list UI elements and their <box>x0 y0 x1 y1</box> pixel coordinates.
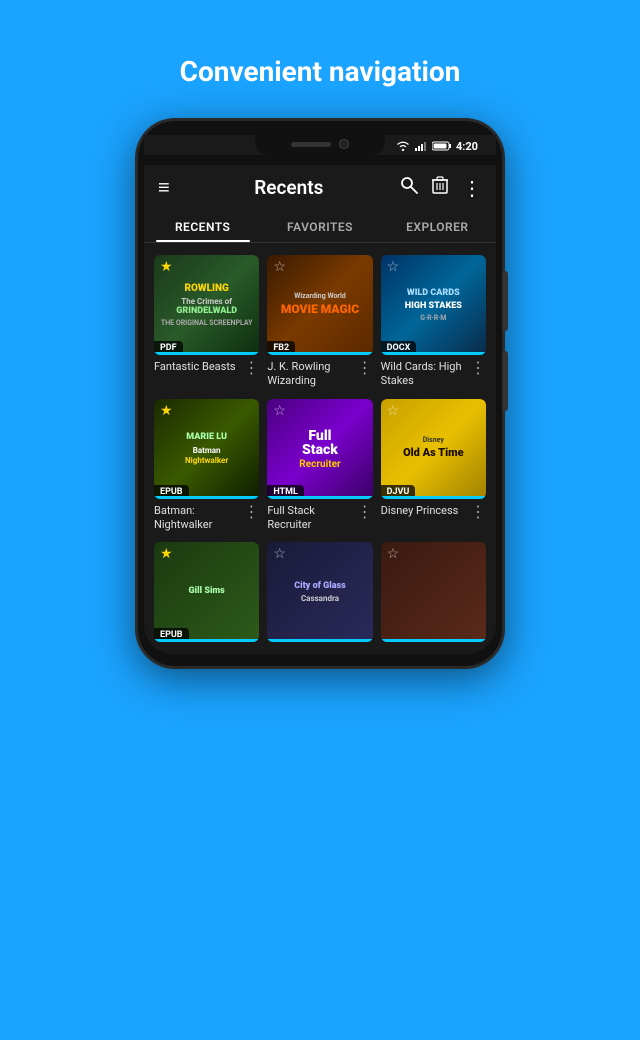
app-header: ≡ Recents <box>144 165 496 210</box>
book-item-cityofglass[interactable]: City of Glass Cassandra ☆ <box>267 542 372 642</box>
tab-recents[interactable]: RECENTS <box>144 210 261 242</box>
book-more-disney[interactable]: ⋮ <box>466 502 486 521</box>
book-more-fantastic[interactable]: ⋮ <box>239 358 259 377</box>
search-icon <box>400 176 418 194</box>
phone-frame: 4:20 ≡ Recents <box>135 118 505 669</box>
book-title-batman: Batman: Nightwalker <box>154 504 239 533</box>
book-title-fullstack: Full Stack Recruiter <box>267 504 352 533</box>
tab-explorer[interactable]: EXPLORER <box>379 210 496 242</box>
book-item-book9[interactable]: ☆ <box>381 542 486 642</box>
star-icon-fantastic: ★ <box>160 259 173 275</box>
book-item-wizarding[interactable]: Wizarding World MOVIE MAGIC ☆ FB2 J. K. … <box>267 255 372 391</box>
wifi-icon <box>396 141 410 151</box>
menu-button[interactable]: ≡ <box>158 175 170 200</box>
phone-screen: ≡ Recents <box>144 165 496 654</box>
notch-bar: 4:20 <box>144 133 496 165</box>
tabs-bar: RECENTS FAVORITES EXPLORER <box>144 210 496 243</box>
book-title-wildcards: Wild Cards: High Stakes <box>381 360 466 389</box>
app-background: Convenient navigation <box>0 0 640 1040</box>
star-icon-book9: ☆ <box>387 546 400 562</box>
star-icon-wildcards: ☆ <box>387 259 400 275</box>
book-item-fantastic-beasts[interactable]: ROWLING The Crimes of GRINDELWALD THE OR… <box>154 255 259 391</box>
book-item-wildcards[interactable]: WILD CARDS HIGH STAKES G·R·R·M ☆ DOCX Wi… <box>381 255 486 391</box>
book-more-fullstack[interactable]: ⋮ <box>353 502 373 521</box>
book-more-wildcards[interactable]: ⋮ <box>466 358 486 377</box>
star-icon-batman: ★ <box>160 403 173 419</box>
book-title-fantastic: Fantastic Beasts <box>154 360 239 374</box>
signal-icon <box>414 141 428 151</box>
speaker <box>291 142 331 147</box>
book-item-fullstack[interactable]: FullStack Recruiter ☆ HTML Full Stack Re… <box>267 399 372 535</box>
book-more-batman[interactable]: ⋮ <box>239 502 259 521</box>
more-options-button[interactable]: ⋮ <box>462 176 482 200</box>
book-item-gill[interactable]: Gill Sims ★ EPUB <box>154 542 259 642</box>
tab-favorites[interactable]: FAVORITES <box>261 210 378 242</box>
star-icon-cityofglass: ☆ <box>273 546 286 562</box>
book-more-wizarding[interactable]: ⋮ <box>353 358 373 377</box>
search-button[interactable] <box>400 176 418 199</box>
star-icon-wizarding: ☆ <box>273 259 286 275</box>
book-item-disney[interactable]: Disney Old As Time ☆ DJVU Disney Princes… <box>381 399 486 535</box>
delete-button[interactable] <box>432 176 448 199</box>
status-icons: 4:20 <box>396 140 478 153</box>
camera <box>339 139 349 149</box>
star-icon-fullstack: ☆ <box>273 403 286 419</box>
star-icon-disney: ☆ <box>387 403 400 419</box>
time-display: 4:20 <box>456 140 478 153</box>
book-title-disney: Disney Princess <box>381 504 466 518</box>
battery-icon <box>432 141 452 151</box>
book-title-wizarding: J. K. Rowling Wizarding <box>267 360 352 389</box>
headline: Convenient navigation <box>0 0 640 118</box>
header-title: Recents <box>190 176 388 199</box>
book-item-batman[interactable]: MARIE LU Batman Nightwalker ★ EPUB Batma… <box>154 399 259 535</box>
header-icons: ⋮ <box>400 176 482 200</box>
notch <box>255 133 385 155</box>
trash-icon <box>432 176 448 194</box>
book-grid: ROWLING The Crimes of GRINDELWALD THE OR… <box>144 243 496 654</box>
star-icon-gill: ★ <box>160 546 173 562</box>
